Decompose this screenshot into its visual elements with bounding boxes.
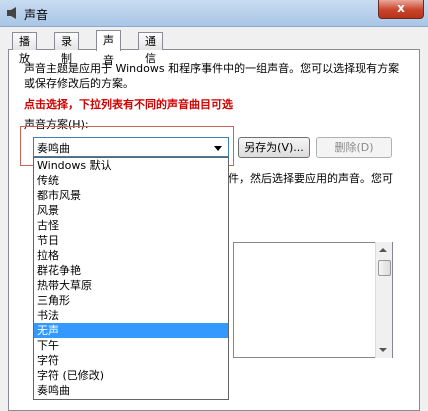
dropdown-option[interactable]: 风景 bbox=[34, 203, 228, 218]
dropdown-option[interactable]: 三角形 bbox=[34, 293, 228, 308]
instruction-note: 点击选择，下拉列表有不同的声音曲目可选 bbox=[24, 98, 233, 111]
chevron-down-icon[interactable] bbox=[214, 146, 222, 151]
dropdown-option[interactable]: 都市风景 bbox=[34, 188, 228, 203]
scroll-down-icon[interactable] bbox=[379, 348, 387, 352]
dropdown-option[interactable]: Windows 默认 bbox=[34, 158, 228, 173]
tab-communications[interactable]: 通信 bbox=[138, 32, 163, 65]
dropdown-option[interactable]: 古怪 bbox=[34, 218, 228, 233]
tab-playback[interactable]: 播放 bbox=[12, 32, 37, 65]
save-as-button[interactable]: 另存为(V)... bbox=[238, 137, 310, 158]
dropdown-option[interactable]: 拉格 bbox=[34, 248, 228, 263]
tab-recording[interactable]: 录制 bbox=[54, 32, 79, 65]
scroll-up-icon[interactable] bbox=[379, 248, 387, 252]
title-bar: 声音 x bbox=[0, 0, 428, 27]
dropdown-option[interactable]: 节日 bbox=[34, 233, 228, 248]
dropdown-option[interactable]: 群花争艳 bbox=[34, 263, 228, 278]
sound-scheme-value: 奏鸣曲 bbox=[37, 142, 70, 155]
program-events-list[interactable] bbox=[233, 242, 393, 358]
scroll-thumb[interactable] bbox=[378, 260, 391, 276]
sound-scheme-description: 声音主题是应用于 Windows 和程序事件中的一组声音。您可以选择现有方案或保… bbox=[24, 62, 400, 90]
tab-sounds[interactable]: 声音 bbox=[96, 30, 121, 67]
events-list-scrollbar[interactable] bbox=[375, 242, 392, 358]
speaker-icon bbox=[7, 7, 16, 19]
sound-scheme-select[interactable]: 奏鸣曲 bbox=[33, 137, 229, 157]
close-button[interactable]: x bbox=[378, 0, 424, 19]
window-title: 声音 bbox=[24, 8, 49, 22]
dropdown-option[interactable]: 热带大草原 bbox=[34, 278, 228, 293]
dropdown-option-selected[interactable]: 无声 bbox=[34, 323, 228, 338]
events-description-fragment: 件，然后选择要应用的声音。您可 bbox=[228, 172, 393, 185]
dropdown-option[interactable]: 下午 bbox=[34, 338, 228, 353]
dropdown-option[interactable]: 字符 bbox=[34, 353, 228, 368]
dropdown-option[interactable]: 字符 (已修改) bbox=[34, 368, 228, 383]
dropdown-option[interactable]: 书法 bbox=[34, 308, 228, 323]
delete-button[interactable]: 删除(D) bbox=[316, 137, 392, 158]
dropdown-option[interactable]: 传统 bbox=[34, 173, 228, 188]
sound-scheme-dropdown[interactable]: Windows 默认 传统 都市风景 风景 古怪 节日 拉格 群花争艳 热带大草… bbox=[33, 157, 229, 400]
dropdown-option[interactable]: 奏鸣曲 bbox=[34, 383, 228, 398]
